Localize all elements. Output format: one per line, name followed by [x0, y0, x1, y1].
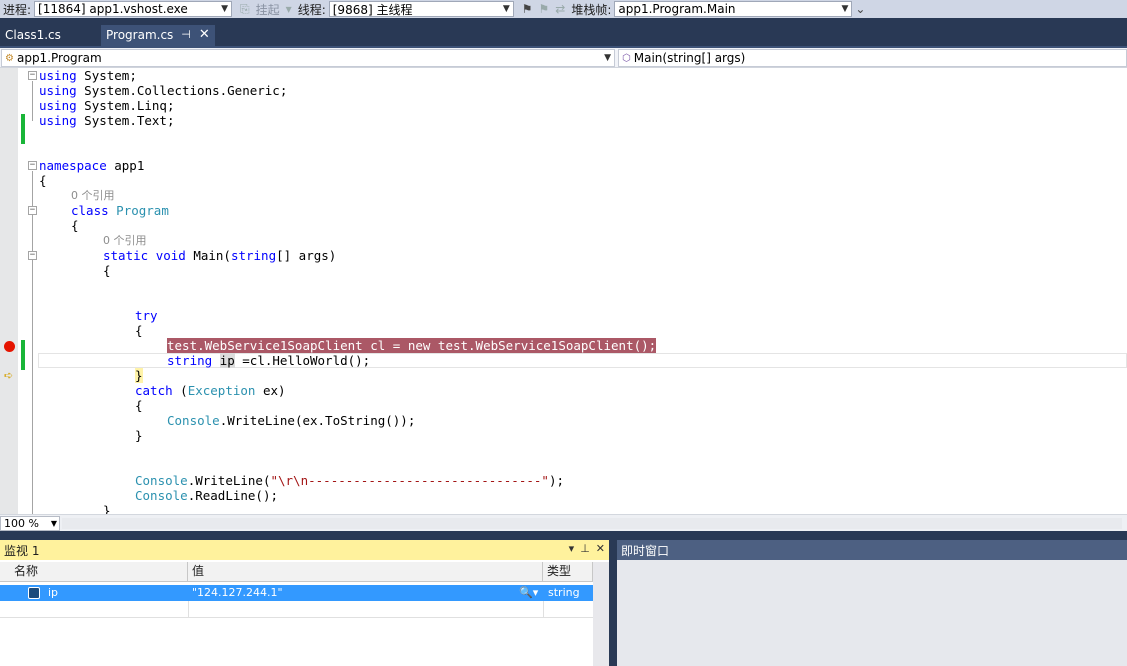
- chevron-down-icon: ▼: [221, 4, 229, 14]
- code-line: namespace app1: [39, 158, 145, 173]
- stack-label: 堆栈帧:: [571, 2, 612, 17]
- zoom-combo[interactable]: 100 % ▼: [0, 516, 60, 531]
- tab-label: Program.cs: [106, 28, 174, 42]
- code-line: }: [103, 503, 111, 514]
- magnifier-icon[interactable]: 🔍▾: [519, 585, 543, 601]
- suspend-icon[interactable]: ⎘: [240, 2, 250, 17]
- tab-class1[interactable]: Class1.cs: [0, 25, 66, 46]
- column-value[interactable]: 值: [188, 562, 543, 582]
- chevron-down-icon: ▼: [50, 519, 57, 528]
- vertical-scrollbar[interactable]: [593, 562, 609, 666]
- code-line: Console.WriteLine("\r\n-----------------…: [135, 473, 564, 488]
- code-line: using System.Text;: [39, 113, 175, 128]
- overflow-icon[interactable]: ⌄: [855, 2, 865, 16]
- flag-all-icon[interactable]: ⚑: [539, 2, 550, 16]
- ip-variable: ip: [219, 353, 235, 368]
- code-line: Console.WriteLine(ex.ToString());: [167, 413, 416, 428]
- watch-panel: 监视 1 ▾ ⊥ ✕ 名称 值 类型 ip "124.127.244.1" 🔍▾…: [0, 540, 609, 666]
- code-line: }: [135, 368, 143, 383]
- code-line: Console.ReadLine();: [135, 488, 278, 503]
- close-icon[interactable]: ✕: [199, 28, 210, 41]
- grid-separator: [188, 601, 189, 617]
- toggle-flags-icon[interactable]: ⇄: [555, 2, 565, 16]
- code-line: {: [135, 323, 143, 338]
- watch-row-name: ip: [48, 586, 59, 599]
- member-dropdown[interactable]: ⬡ Main(string[] args): [618, 49, 1127, 67]
- code-line: {: [135, 398, 143, 413]
- code-line: catch (Exception ex): [135, 383, 286, 398]
- process-label: 进程:: [3, 2, 32, 17]
- tab-label: Class1.cs: [5, 28, 61, 42]
- chevron-down-icon: ▼: [841, 4, 849, 14]
- stack-frame-combo[interactable]: app1.Program.Main ▼: [614, 1, 853, 17]
- codelens-references[interactable]: 0 个引用: [103, 233, 147, 248]
- editor-status-bar: 100 % ▼: [0, 514, 1127, 531]
- navigation-bar: ⚙ app1.Program ▼ ⬡ Main(string[] args): [0, 48, 1127, 68]
- grid-separator: [0, 617, 593, 618]
- close-icon[interactable]: ✕: [596, 542, 605, 555]
- method-icon: ⬡: [622, 52, 631, 64]
- chevron-down-icon: ▾: [285, 2, 292, 16]
- pin-icon[interactable]: ⊣: [181, 28, 191, 41]
- horizontal-scrollbar[interactable]: [62, 518, 1122, 529]
- type-dropdown[interactable]: ⚙ app1.Program ▼: [1, 49, 615, 67]
- code-line: using System.Collections.Generic;: [39, 83, 288, 98]
- zoom-value: 100 %: [4, 517, 39, 530]
- class-icon: ⚙: [5, 52, 14, 64]
- code-line: }: [135, 428, 143, 443]
- chevron-down-icon: ▼: [502, 4, 510, 14]
- process-combo[interactable]: [11864] app1.vshost.exe ▼: [34, 1, 233, 17]
- code-line: try: [135, 308, 158, 323]
- process-value: [11864] app1.vshost.exe: [38, 2, 188, 16]
- code-line: using System;: [39, 68, 137, 83]
- type-value: app1.Program: [16, 51, 102, 65]
- debug-toolbar: 进程: [11864] app1.vshost.exe ▼ ⎘ 挂起 ▾ 线程:…: [0, 0, 1127, 18]
- document-tabs: Class1.cs Program.cs ⊣ ✕: [0, 18, 1127, 46]
- watch-title: 监视 1: [4, 543, 40, 558]
- watch-row[interactable]: ip "124.127.244.1" 🔍▾ string: [0, 585, 593, 601]
- column-type[interactable]: 类型: [543, 562, 593, 582]
- code-line: {: [39, 173, 47, 188]
- code-line: class Program: [71, 203, 169, 218]
- thread-value: [9868] 主线程: [332, 2, 413, 17]
- thread-label: 线程:: [297, 2, 326, 17]
- watch-row-value[interactable]: "124.127.244.1": [192, 585, 512, 601]
- code-line: {: [71, 218, 79, 233]
- immediate-title: 即时窗口: [621, 543, 670, 558]
- grid-separator: [543, 601, 544, 617]
- dropdown-icon[interactable]: ▾: [569, 542, 575, 555]
- code-editor[interactable]: ➪ − − − − using System; using System.Col…: [0, 68, 1127, 514]
- suspend-label: 挂起: [255, 2, 280, 17]
- immediate-panel[interactable]: 即时窗口: [617, 540, 1127, 666]
- code-line: static void Main(string[] args): [103, 248, 337, 263]
- codelens-references[interactable]: 0 个引用: [71, 188, 115, 203]
- member-value: Main(string[] args): [633, 51, 746, 65]
- variable-icon: [28, 587, 40, 599]
- code-line: string ip =cl.HelloWorld();: [167, 353, 371, 368]
- breakpoint-line: test.WebService1SoapClient cl = new test…: [167, 338, 657, 353]
- code-line: using System.Linq;: [39, 98, 175, 113]
- code-line: {: [103, 263, 111, 278]
- column-name[interactable]: 名称: [0, 562, 188, 582]
- flag-thread-icon[interactable]: ⚑: [522, 2, 533, 16]
- watch-panel-header: 监视 1 ▾ ⊥ ✕: [0, 540, 609, 560]
- tab-program[interactable]: Program.cs ⊣ ✕: [101, 25, 215, 46]
- thread-combo[interactable]: [9868] 主线程 ▼: [328, 1, 514, 17]
- pin-icon[interactable]: ⊥: [580, 542, 590, 555]
- immediate-panel-header: 即时窗口: [617, 540, 1127, 560]
- watch-row-type: string: [548, 586, 580, 599]
- stack-value: app1.Program.Main: [618, 2, 736, 16]
- chevron-down-icon: ▼: [604, 53, 611, 63]
